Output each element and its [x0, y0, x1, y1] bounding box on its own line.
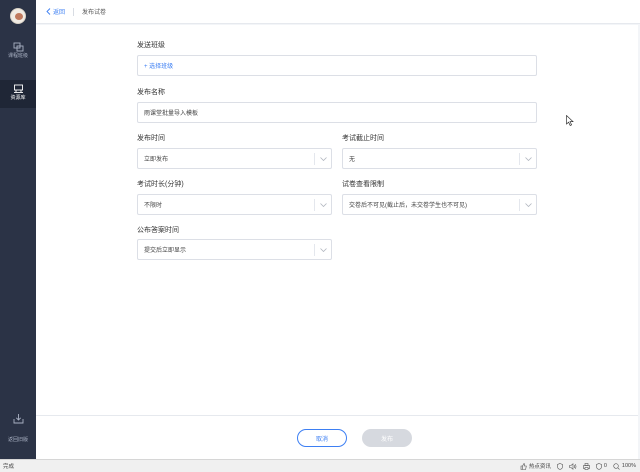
- mouse-cursor-icon: [566, 115, 574, 126]
- answer-time-value: 提交后立即显示: [144, 248, 187, 254]
- sidebar-item-label: 课程班级: [7, 53, 28, 59]
- deadline-label: 考试截止时间: [342, 135, 384, 142]
- publish-time-value: 立即发布: [144, 157, 169, 163]
- duration-value: 不限时: [144, 203, 163, 209]
- class-icon: [13, 42, 23, 52]
- chevron-down-icon: [519, 199, 536, 211]
- publish-button[interactable]: 发布: [362, 429, 412, 447]
- sidebar-item-back-old[interactable]: 返回旧版: [0, 410, 36, 450]
- publish-time-select[interactable]: 立即发布: [137, 148, 332, 169]
- publish-time-label: 发布时间: [137, 135, 165, 142]
- deadline-value: 无: [349, 157, 356, 163]
- duration-label: 考试时长(分钟): [137, 181, 184, 188]
- zoom-icon: [613, 462, 620, 470]
- avatar-face: [15, 13, 23, 20]
- breadcrumb-divider: [73, 7, 75, 16]
- hot-news-button[interactable]: 热点资讯: [520, 462, 551, 470]
- speaker-icon: [569, 462, 577, 470]
- publish-name-label: 发布名称: [137, 89, 165, 96]
- answer-time-select[interactable]: 提交后立即显示: [137, 239, 332, 260]
- publish-form: 发送班级 + 选择班级 发布名称 雨课堂批量导入模板 发布时间 立即发布 考试截…: [36, 25, 638, 415]
- select-class-button[interactable]: + 选择班级: [144, 61, 173, 70]
- form-footer: 取消 发布: [36, 415, 638, 459]
- thumb-icon: [520, 462, 527, 470]
- back-link[interactable]: 返回: [46, 7, 65, 16]
- printer-icon: [583, 462, 590, 470]
- back-link-label: 返回: [53, 10, 66, 16]
- sidebar: 课程班级 资源库 返回旧版: [0, 0, 36, 459]
- status-tray: 热点资讯 0 100%: [520, 462, 640, 470]
- answer-time-label: 公布答案时间: [137, 227, 179, 234]
- chevron-down-icon: [314, 244, 331, 256]
- security-count[interactable]: 0: [596, 462, 607, 470]
- sidebar-item-label: 资源库: [10, 95, 26, 101]
- sidebar-item-label: 返回旧版: [7, 437, 28, 443]
- printer-button[interactable]: [583, 462, 590, 470]
- deadline-select[interactable]: 无: [342, 148, 537, 169]
- chevron-down-icon: [519, 153, 536, 165]
- shield-button[interactable]: [557, 462, 563, 470]
- shield-check-icon: [596, 462, 602, 470]
- hot-news-label: 热点资讯: [528, 464, 551, 470]
- publish-name-input[interactable]: 雨课堂批量导入模板: [137, 102, 537, 123]
- publish-name-value: 雨课堂批量导入模板: [144, 111, 199, 117]
- library-icon: [13, 84, 23, 93]
- view-limit-value: 交卷后不可见(截止后，未交卷学生也不可见): [349, 203, 467, 209]
- zoom-control[interactable]: 100%: [613, 462, 636, 470]
- select-class-field[interactable]: + 选择班级: [137, 55, 537, 76]
- send-class-label: 发送班级: [137, 42, 165, 49]
- chevron-left-icon: [46, 8, 51, 15]
- shield-icon: [557, 462, 563, 470]
- sidebar-item-library[interactable]: 资源库: [0, 80, 36, 108]
- download-icon: [13, 414, 23, 424]
- browser-statusbar: 完成 热点资讯 0 100%: [0, 459, 640, 472]
- view-limit-label: 试卷查看限制: [342, 181, 384, 188]
- chevron-down-icon: [314, 199, 331, 211]
- cancel-button[interactable]: 取消: [297, 429, 347, 447]
- avatar[interactable]: [10, 8, 26, 24]
- security-count-value: 0: [603, 463, 607, 469]
- status-text: 完成: [3, 464, 15, 470]
- duration-select[interactable]: 不限时: [137, 194, 332, 215]
- zoom-level: 100%: [621, 463, 636, 469]
- breadcrumb: 返回 发布试卷: [36, 0, 640, 24]
- chevron-down-icon: [314, 153, 331, 165]
- breadcrumb-current: 发布试卷: [82, 10, 107, 16]
- sound-button[interactable]: [569, 462, 577, 470]
- sidebar-item-class[interactable]: 课程班级: [0, 38, 36, 66]
- view-limit-select[interactable]: 交卷后不可见(截止后，未交卷学生也不可见): [342, 194, 537, 215]
